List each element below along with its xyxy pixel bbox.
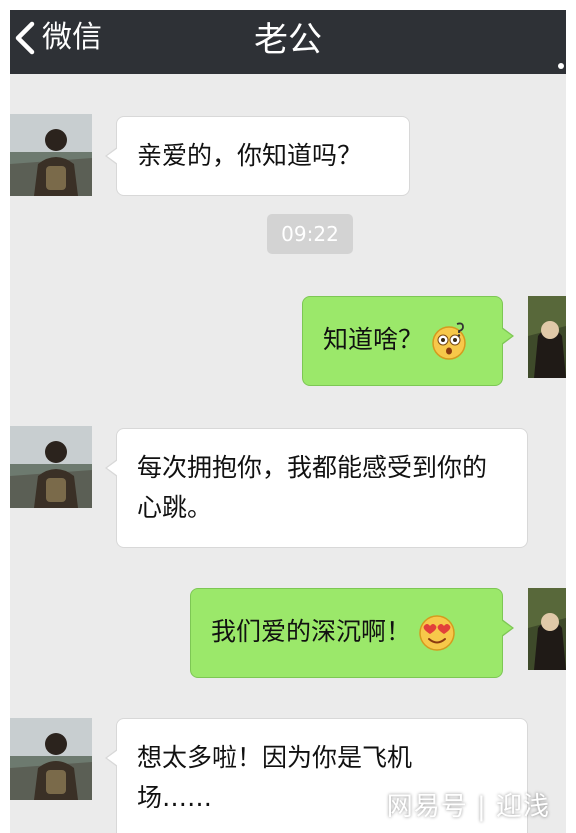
contact-avatar[interactable] <box>10 114 92 196</box>
timestamp: 09:22 <box>267 214 353 254</box>
heart-eyes-emoji-icon <box>417 613 457 653</box>
self-avatar[interactable] <box>528 296 566 378</box>
incoming-message-bubble[interactable]: 亲爱的，你知道吗？ <box>105 116 410 196</box>
avatar-image <box>528 296 566 378</box>
avatar-image <box>10 718 92 800</box>
incoming-message-bubble[interactable]: 每次拥抱你，我都能感受到你的心跳。 <box>105 428 528 548</box>
avatar-image <box>10 114 92 196</box>
chat-area[interactable]: 亲爱的，你知道吗？ 09:22 知道啥？ 每次拥抱你，我都能感受到你的心跳。 我… <box>10 74 566 833</box>
avatar-image <box>10 426 92 508</box>
self-avatar[interactable] <box>528 588 566 670</box>
message-text: 每次拥抱你，我都能感受到你的心跳。 <box>137 453 488 522</box>
chat-title: 老公 <box>254 20 322 60</box>
more-icon[interactable] <box>556 40 566 70</box>
outgoing-message-bubble[interactable]: 知道啥？ <box>302 296 514 386</box>
message-text: 想太多啦！因为你是飞机场…… <box>137 743 413 812</box>
contact-avatar[interactable] <box>10 718 92 800</box>
watermark: 网易号 | 迎浅 <box>386 792 550 822</box>
message-text: 亲爱的，你知道吗？ <box>137 141 363 170</box>
contact-avatar[interactable] <box>10 426 92 508</box>
message-text: 知道啥？ <box>323 325 424 354</box>
message-text: 我们爱的深沉啊！ <box>211 617 412 646</box>
dizzy-face-emoji-icon <box>429 321 469 361</box>
outgoing-message-bubble[interactable]: 我们爱的深沉啊！ <box>190 588 514 678</box>
navigation-bar: 微信 老公 <box>10 10 566 74</box>
avatar-image <box>528 588 566 670</box>
